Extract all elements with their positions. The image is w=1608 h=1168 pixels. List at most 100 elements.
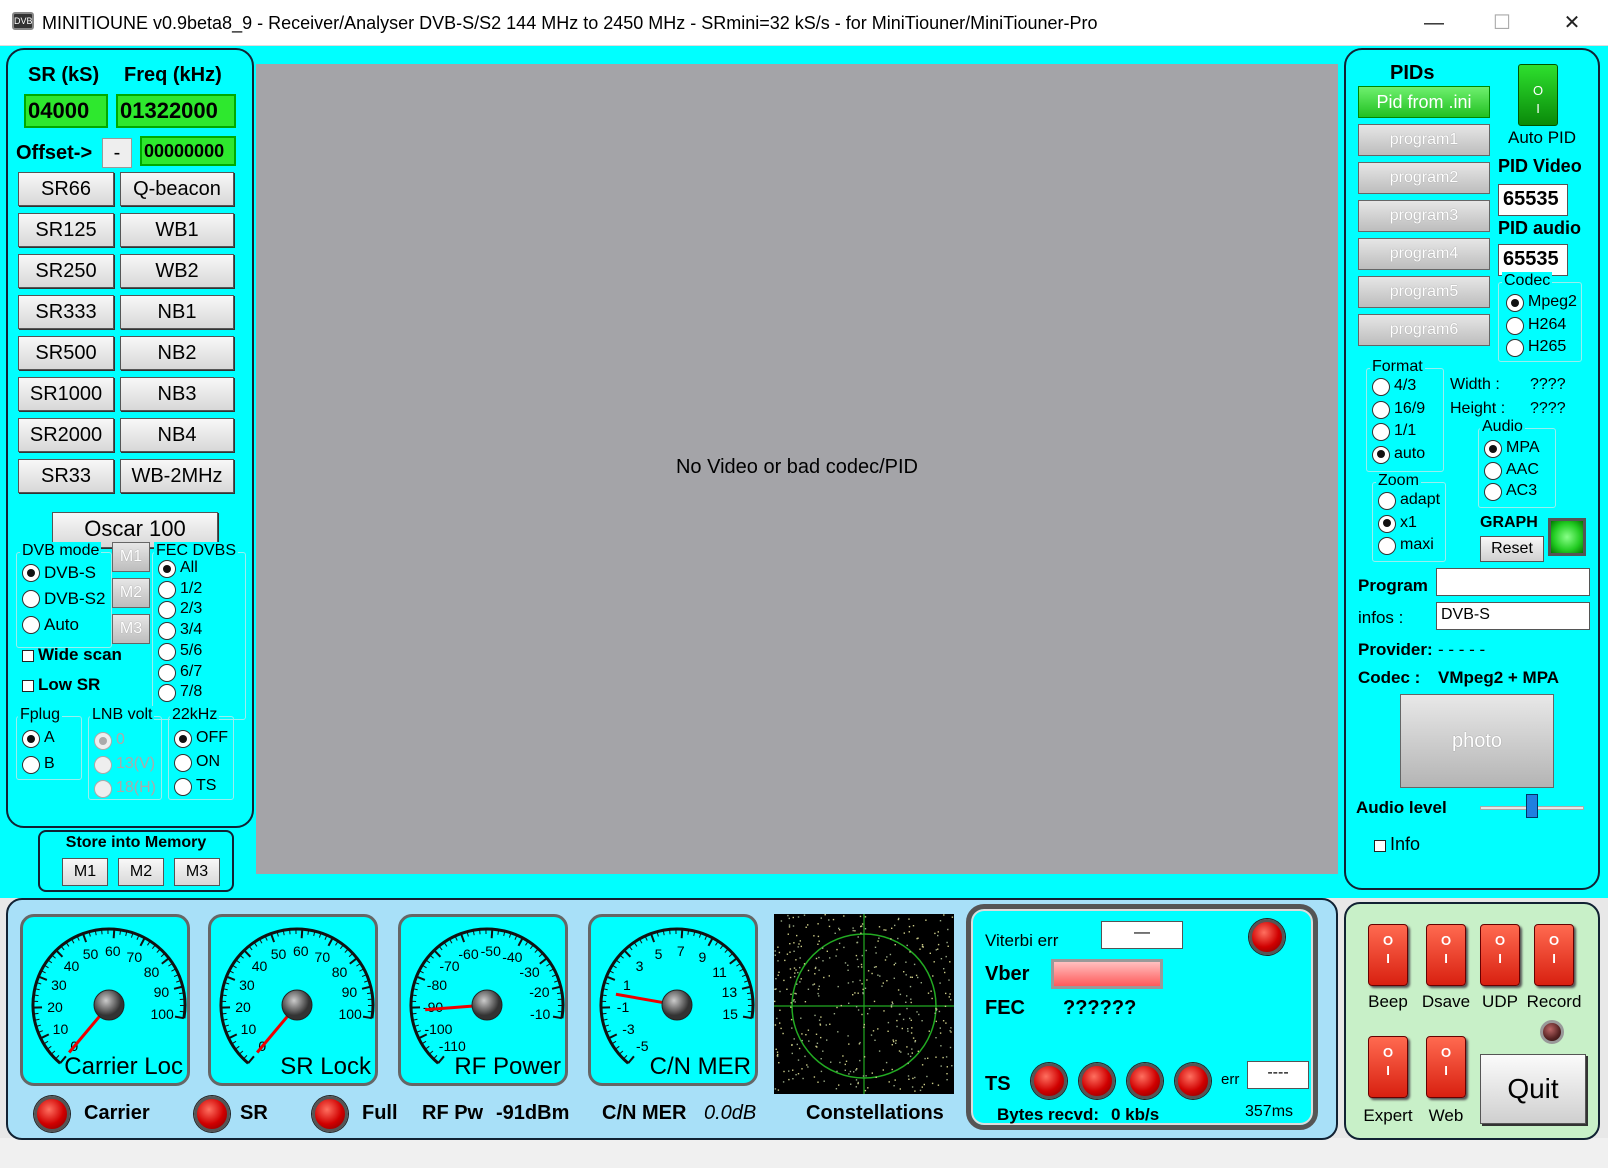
toggle-switch-bottom-1[interactable]: OI (1426, 1036, 1466, 1098)
codec-radio-1[interactable] (1506, 316, 1524, 335)
pid-from-ini-button[interactable]: Pid from .ini (1358, 86, 1490, 118)
zoom-radio-2[interactable] (1378, 537, 1396, 555)
low-sr-checkbox[interactable] (22, 680, 34, 692)
band-preset-button-6[interactable]: NB4 (120, 418, 234, 452)
sr-preset-button-4[interactable]: SR500 (18, 336, 114, 370)
photo-button[interactable]: photo (1400, 694, 1554, 788)
sr-preset-button-5[interactable]: SR1000 (18, 377, 114, 411)
store-memory-button-1[interactable]: M2 (118, 858, 164, 886)
auto-pid-switch[interactable]: O I (1518, 64, 1558, 126)
graph-led[interactable] (1548, 518, 1586, 556)
codec-radio-2[interactable] (1506, 339, 1524, 357)
vber-label: Vber (985, 963, 1030, 985)
fec-label-4: 5/6 (180, 641, 203, 659)
codec-radio-0[interactable] (1506, 294, 1524, 312)
maximize-button[interactable]: ☐ (1480, 8, 1524, 38)
toggle-switch-2[interactable]: OI (1480, 924, 1520, 986)
carrier-label: Carrier (84, 1102, 150, 1124)
program-input[interactable] (1436, 568, 1590, 596)
wide-scan-checkbox[interactable] (22, 650, 34, 662)
format-radio-2[interactable] (1372, 423, 1390, 441)
fplug-radio-1[interactable] (22, 756, 40, 774)
band-preset-button-3[interactable]: NB1 (120, 295, 234, 329)
fec-radio-0[interactable] (158, 560, 176, 578)
memory-recall-button-0[interactable]: M1 (112, 542, 150, 572)
codec-label-1: H264 (1528, 315, 1567, 333)
band-preset-button-4[interactable]: NB2 (120, 336, 234, 370)
format-label-2: 1/1 (1394, 422, 1417, 439)
program-button-5[interactable]: program6 (1358, 314, 1490, 346)
format-label-3: auto (1394, 444, 1426, 462)
carrier-led (34, 1096, 70, 1132)
audio-radio-2[interactable] (1484, 483, 1502, 501)
sr-preset-button-7[interactable]: SR33 (18, 459, 114, 493)
band-preset-button-7[interactable]: WB-2MHz (120, 459, 234, 493)
pids-title: PIDs (1390, 62, 1435, 84)
gauge-name: RF Power (454, 1053, 561, 1080)
band-preset-button-0[interactable]: Q-beacon (120, 172, 234, 206)
sr-preset-button-1[interactable]: SR125 (18, 213, 114, 247)
minimize-button[interactable]: — (1412, 8, 1456, 38)
sr-input[interactable]: 04000 (24, 94, 108, 128)
sr-preset-button-0[interactable]: SR66 (18, 172, 114, 206)
fec-radio-4[interactable] (158, 642, 176, 661)
wide-scan-label: Wide scan (38, 645, 122, 664)
store-memory-button-2[interactable]: M3 (174, 858, 220, 886)
fplug-radio-0[interactable] (22, 730, 40, 748)
close-button[interactable]: ✕ (1550, 8, 1594, 38)
program-button-0[interactable]: program1 (1358, 124, 1490, 156)
toggle-switch-0[interactable]: OI (1368, 924, 1408, 986)
lnb-radio-2[interactable] (94, 780, 112, 798)
fec-radio-5[interactable] (158, 663, 176, 682)
program-button-3[interactable]: program4 (1358, 238, 1490, 270)
infos-input[interactable]: DVB-S (1436, 602, 1590, 630)
toggle-switch-bottom-0[interactable]: OI (1368, 1036, 1408, 1098)
store-memory-title: Store into Memory (65, 834, 207, 851)
offset-sign-button[interactable]: - (102, 138, 132, 168)
pid-video-input[interactable]: 65535 (1498, 184, 1568, 216)
band-preset-button-5[interactable]: NB3 (120, 377, 234, 411)
dvb-mode-radio-1[interactable] (22, 590, 40, 608)
err-value: ---- (1247, 1061, 1309, 1089)
store-memory-button-0[interactable]: M1 (62, 858, 108, 886)
reset-button[interactable]: Reset (1480, 536, 1544, 562)
audio-level-slider[interactable] (1526, 794, 1538, 818)
zoom-radio-1[interactable] (1378, 514, 1396, 533)
toggle-switch-3[interactable]: OI (1534, 924, 1574, 986)
audio-radio-1[interactable] (1484, 461, 1502, 480)
format-radio-0[interactable] (1372, 378, 1390, 396)
zoom-radio-0[interactable] (1378, 492, 1396, 510)
program-button-1[interactable]: program2 (1358, 162, 1490, 194)
lnb-title: LNB volt (90, 706, 155, 724)
fec-radio-3[interactable] (158, 622, 176, 641)
info-checkbox[interactable] (1374, 840, 1386, 852)
audio-radio-0[interactable] (1484, 440, 1502, 458)
lnb-radio-0[interactable] (94, 732, 112, 750)
khz-radio-0[interactable] (174, 730, 192, 748)
zoom-title: Zoom (1376, 472, 1421, 490)
lnb-radio-1[interactable] (94, 756, 112, 774)
offset-input[interactable]: 00000000 (140, 136, 236, 166)
fec-label-1: 1/2 (180, 579, 203, 597)
sr-preset-button-6[interactable]: SR2000 (18, 418, 114, 452)
memory-recall-button-2[interactable]: M3 (112, 614, 150, 644)
program-button-2[interactable]: program3 (1358, 200, 1490, 232)
fec-radio-1[interactable] (158, 580, 176, 599)
khz-radio-2[interactable] (174, 778, 192, 796)
band-preset-button-2[interactable]: WB2 (120, 254, 234, 288)
memory-recall-button-1[interactable]: M2 (112, 578, 150, 608)
format-radio-1[interactable] (1372, 400, 1390, 419)
sr-preset-button-3[interactable]: SR333 (18, 295, 114, 329)
toggle-switch-1[interactable]: OI (1426, 924, 1466, 986)
gauge-name: SR Lock (280, 1053, 371, 1080)
khz-radio-1[interactable] (174, 754, 192, 772)
info-label: Info (1390, 834, 1421, 854)
dvb-mode-radio-0[interactable] (22, 564, 40, 582)
band-preset-button-1[interactable]: WB1 (120, 213, 234, 247)
dvb-mode-radio-2[interactable] (22, 616, 40, 634)
quit-button[interactable]: Quit (1480, 1054, 1586, 1124)
program-button-4[interactable]: program5 (1358, 276, 1490, 308)
format-radio-3[interactable] (1372, 445, 1390, 464)
freq-input[interactable]: 01322000 (116, 94, 236, 128)
sr-preset-button-2[interactable]: SR250 (18, 254, 114, 288)
